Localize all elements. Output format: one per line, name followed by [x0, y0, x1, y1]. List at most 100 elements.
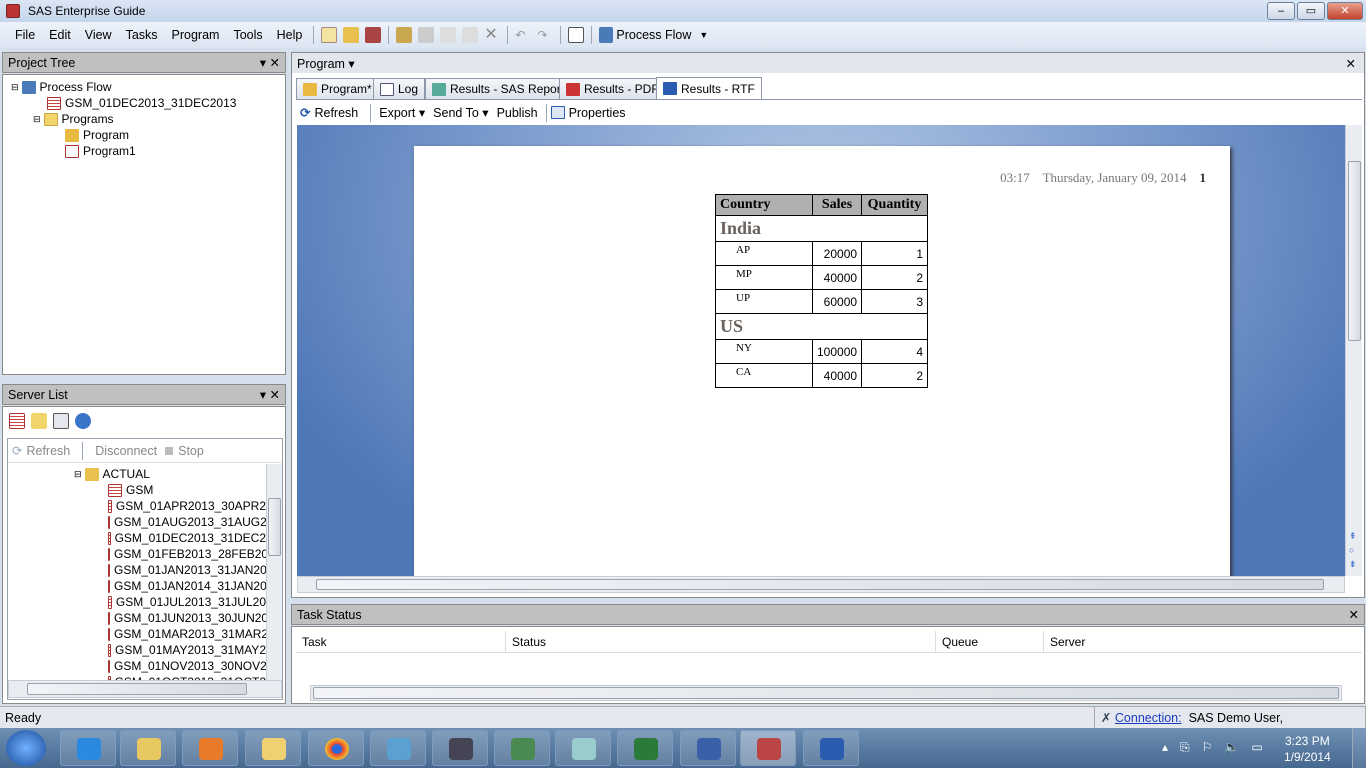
- tree-node-dataset[interactable]: GSM_01JUN2013_30JUN20: [8, 610, 266, 626]
- server-tables-icon[interactable]: [9, 413, 25, 429]
- menu-bar: File Edit View Tasks Program Tools Help …: [0, 22, 1366, 48]
- tree-node-dataset[interactable]: GSM_01NOV2013_30NOV2: [8, 658, 266, 674]
- window-layout-icon[interactable]: [568, 27, 585, 43]
- delete-icon[interactable]: ✕: [484, 27, 500, 43]
- tree-node-library[interactable]: ⊟ ACTUAL: [8, 466, 266, 482]
- tree-node-dataset[interactable]: GSM_01APR2013_30APR2: [8, 498, 266, 514]
- start-button[interactable]: [6, 730, 46, 766]
- taskbar-media-player[interactable]: [182, 730, 238, 766]
- tab-results-pdf[interactable]: Results - PDF: [559, 78, 666, 99]
- taskbar-app[interactable]: [680, 730, 736, 766]
- tree-node-dataset[interactable]: GSM_01MAR2013_31MAR2: [8, 626, 266, 642]
- horizontal-scrollbar[interactable]: [297, 576, 1345, 593]
- taskbar-excel[interactable]: [617, 730, 673, 766]
- export-button[interactable]: Export ▾: [379, 105, 425, 120]
- tree-node-process-flow[interactable]: ⊟ Process Flow: [11, 79, 277, 95]
- refresh-button[interactable]: Refresh: [26, 444, 70, 458]
- vertical-scrollbar[interactable]: [266, 464, 282, 680]
- tree-node-dataset[interactable]: GSM_01JUL2013_31JUL20: [8, 594, 266, 610]
- horizontal-scrollbar[interactable]: [8, 680, 282, 698]
- horizontal-scrollbar[interactable]: [310, 685, 1342, 701]
- maximize-button[interactable]: ▭: [1297, 2, 1325, 20]
- close-icon[interactable]: ✕: [1349, 607, 1359, 622]
- tree-node-dataset[interactable]: GSM_01JAN2014_31JAN20: [8, 578, 266, 594]
- separator: [545, 103, 547, 122]
- tree-node-dataset[interactable]: GSM_01AUG2013_31AUG2: [8, 514, 266, 530]
- tree-node-programs[interactable]: ⊟ Programs: [11, 111, 277, 127]
- tree-node-dataset[interactable]: GSM_01DEC2013_31DEC2: [8, 530, 266, 546]
- tree-node-dataset[interactable]: GSM_01MAY2013_31MAY2: [8, 642, 266, 658]
- process-flow-dropdown[interactable]: Process Flow: [616, 28, 691, 42]
- tree-node-dataset[interactable]: GSM: [8, 482, 266, 498]
- minimize-button[interactable]: –: [1267, 2, 1295, 20]
- import-icon[interactable]: [365, 27, 382, 43]
- stop-button[interactable]: Stop: [178, 444, 204, 458]
- taskbar-app[interactable]: [245, 730, 301, 766]
- show-desktop-button[interactable]: [1352, 728, 1366, 768]
- status-bar: Ready ✗ Connection: SAS Demo User, 172.1…: [0, 706, 1366, 747]
- taskbar-sas-enterprise-guide[interactable]: [740, 730, 796, 766]
- state-cell: CA: [715, 363, 813, 388]
- paste-icon[interactable]: [462, 27, 479, 43]
- taskbar-app[interactable]: [370, 730, 426, 766]
- open-icon[interactable]: [343, 27, 360, 43]
- print-icon[interactable]: [396, 27, 413, 43]
- taskbar-chrome[interactable]: [308, 730, 364, 766]
- vertical-scrollbar[interactable]: ⇞ ○ ⇟: [1345, 125, 1362, 576]
- menu-edit[interactable]: Edit: [42, 28, 78, 42]
- tree-node-dataset[interactable]: GSM_01FEB2013_28FEB20: [8, 546, 266, 562]
- column-header-status[interactable]: Status: [506, 631, 936, 652]
- menu-file[interactable]: File: [8, 28, 42, 42]
- log-icon: [380, 82, 394, 96]
- panel-controls[interactable]: ▾ ✕: [260, 55, 280, 70]
- libraries-icon[interactable]: [31, 413, 47, 429]
- close-button[interactable]: ✕: [1327, 2, 1363, 20]
- menu-help[interactable]: Help: [270, 28, 310, 42]
- taskbar-word[interactable]: [803, 730, 859, 766]
- connection-link[interactable]: Connection:: [1115, 711, 1182, 725]
- new-icon[interactable]: [321, 27, 338, 43]
- state-cell: NY: [715, 339, 813, 364]
- tree-node-program1[interactable]: Program1: [11, 143, 277, 159]
- menu-view[interactable]: View: [78, 28, 119, 42]
- tab-log[interactable]: Log: [373, 78, 426, 99]
- copy-icon[interactable]: [440, 27, 457, 43]
- program-menu[interactable]: Program ▾: [297, 56, 355, 71]
- page-nav-icons[interactable]: ⇞ ○ ⇟: [1349, 529, 1357, 571]
- tab-program[interactable]: Program*: [296, 78, 379, 99]
- tree-node-program[interactable]: Program: [11, 127, 277, 143]
- report-page-number: 1: [1199, 170, 1207, 185]
- menu-tasks[interactable]: Tasks: [119, 28, 165, 42]
- taskbar-app[interactable]: [494, 730, 550, 766]
- publish-button[interactable]: Publish: [497, 106, 538, 120]
- column-header-server[interactable]: Server: [1044, 631, 1085, 652]
- taskbar-explorer[interactable]: [120, 730, 176, 766]
- tab-results-rtf[interactable]: Results - RTF: [656, 77, 762, 99]
- panel-controls[interactable]: ▾ ✕: [260, 387, 280, 402]
- table-row: MP 40000 2: [715, 265, 928, 290]
- taskbar-app[interactable]: [555, 730, 611, 766]
- column-header-queue[interactable]: Queue: [936, 631, 1044, 652]
- servers-icon[interactable]: [53, 413, 69, 429]
- undo-icon[interactable]: ↶: [515, 27, 531, 43]
- clock[interactable]: 3:23 PM 1/9/2014: [1284, 733, 1331, 765]
- menu-program[interactable]: Program: [165, 28, 227, 42]
- send-to-button[interactable]: Send To ▾: [433, 105, 488, 120]
- properties-button[interactable]: Properties: [569, 106, 626, 120]
- tab-results-sas-report[interactable]: Results - SAS Report: [425, 78, 572, 99]
- cut-icon[interactable]: [418, 27, 435, 43]
- macro-variables-icon[interactable]: [75, 413, 91, 429]
- tree-node-dataset[interactable]: GSM_01DEC2013_31DEC2013: [11, 95, 277, 111]
- chevron-down-icon[interactable]: ▼: [699, 30, 708, 40]
- tree-node-dataset[interactable]: GSM_01JAN2013_31JAN20: [8, 562, 266, 578]
- refresh-button[interactable]: Refresh: [314, 106, 358, 120]
- system-tray-icons[interactable]: ▴⎘⚐🔈▭: [1162, 740, 1275, 755]
- program-icon: [65, 144, 79, 158]
- column-header-task[interactable]: Task: [296, 631, 506, 652]
- menu-tools[interactable]: Tools: [226, 28, 269, 42]
- taskbar-app[interactable]: [432, 730, 488, 766]
- close-icon[interactable]: ✕: [1346, 56, 1356, 71]
- redo-icon[interactable]: ↷: [537, 27, 553, 43]
- disconnect-button[interactable]: Disconnect: [95, 444, 157, 458]
- taskbar-ie[interactable]: [60, 730, 116, 766]
